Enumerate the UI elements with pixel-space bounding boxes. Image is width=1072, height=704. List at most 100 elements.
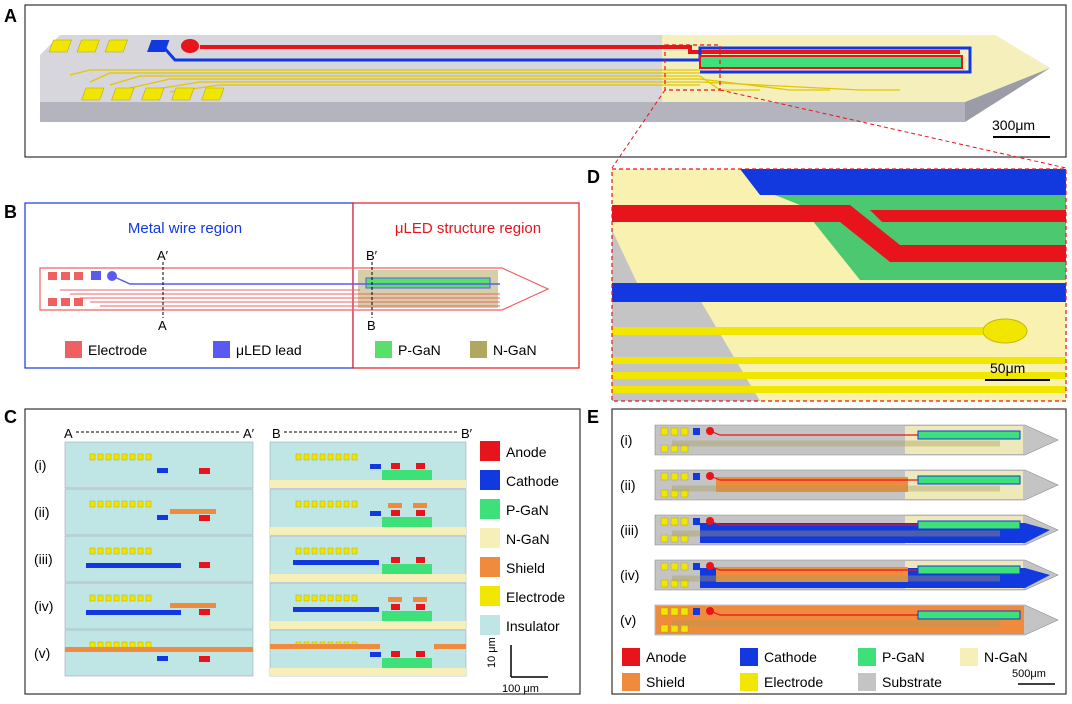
c-shield-a	[170, 509, 216, 514]
e-cathode-pad	[693, 608, 700, 615]
c-cathode-a	[157, 656, 168, 661]
e-electrode-pad	[680, 472, 689, 481]
c-cathode-a	[157, 468, 168, 473]
zoom-anode-inner	[870, 210, 1066, 222]
e-legend-swatch	[858, 648, 876, 666]
c-electrode-b	[335, 453, 342, 461]
e-electrode-pad	[670, 472, 679, 481]
c-legend-label: Cathode	[506, 473, 559, 489]
c-electrode-a	[97, 453, 104, 461]
panel-e: E (i) (ii) (iii) (iv) (v) Anode Cathode P-GaN N…	[587, 407, 1067, 695]
c-cathode-b	[370, 464, 381, 469]
zoom-cathode-top	[740, 169, 1066, 195]
led-pad-b	[91, 271, 101, 280]
c-electrode-b	[335, 594, 342, 602]
e-electrode-pad	[660, 427, 669, 436]
e-electrode-pad	[660, 534, 669, 543]
c-electrode-b	[327, 547, 334, 555]
legend-swatch-electrode	[65, 341, 82, 358]
c-anode-a	[199, 656, 210, 662]
legend-electrode: Electrode	[88, 342, 147, 358]
c-electrode-b	[319, 547, 326, 555]
c-cathode-wide-b	[293, 607, 379, 612]
c-axis-a-prime: A′	[243, 426, 255, 441]
c-pgan	[382, 611, 432, 621]
c-ngan-layer	[270, 480, 466, 488]
e-row-label: (iv)	[620, 567, 639, 583]
e-electrode-pad	[660, 517, 669, 526]
c-legend-swatch	[480, 470, 500, 490]
c-shield-full-b	[270, 644, 380, 649]
c-electrode-b	[351, 453, 358, 461]
c-row-label: (iv)	[34, 598, 53, 614]
c-electrode-b	[335, 500, 342, 508]
e-pgan	[917, 430, 1021, 440]
e-electrode-pad	[680, 517, 689, 526]
c-electrode-b	[319, 453, 326, 461]
panel-d-letter: D	[587, 167, 600, 187]
c-scale-h-label: 100 μm	[502, 683, 539, 695]
c-electrode-b	[343, 453, 350, 461]
e-electrode-pad	[670, 607, 679, 616]
e-pgan	[917, 610, 1021, 620]
pgan-strip	[699, 55, 963, 69]
c-shield-b	[388, 597, 402, 602]
panel-c-letter: C	[4, 407, 17, 427]
c-shield-b	[413, 503, 427, 508]
c-electrode-a	[97, 547, 104, 555]
c-legend-label: Insulator	[506, 618, 560, 634]
c-anode-b	[391, 557, 400, 563]
e-electrode-pad	[660, 472, 669, 481]
legend-ngan: N-GaN	[493, 342, 537, 358]
c-legend-label: P-GaN	[506, 502, 549, 518]
legend-swatch-led	[213, 341, 230, 358]
figure-canvas: A 300μm B Metal wire region μLED structu…	[4, 4, 1067, 695]
e-legend-label: Anode	[646, 649, 687, 665]
c-electrode-b	[295, 594, 302, 602]
e-cathode-pad	[693, 428, 700, 435]
c-pgan	[382, 517, 432, 527]
c-legend-swatch	[480, 557, 500, 577]
c-electrode-b	[335, 547, 342, 555]
c-ngan-layer	[270, 574, 466, 582]
c-electrode-b	[295, 547, 302, 555]
c-electrode-a	[145, 594, 152, 602]
e-legend-label: Shield	[646, 674, 685, 690]
e-legend-swatch	[622, 648, 640, 666]
e-row-label: (ii)	[620, 477, 636, 493]
c-electrode-a	[137, 547, 144, 555]
c-electrode-b	[311, 500, 318, 508]
c-anode-b	[391, 604, 400, 610]
e-ngan	[905, 426, 1023, 454]
probe-side-face	[40, 102, 965, 122]
e-row-label: (i)	[620, 432, 632, 448]
c-anode-b	[416, 604, 425, 610]
c-electrode-a	[121, 594, 128, 602]
c-electrode-b	[311, 453, 318, 461]
c-cathode-wide-a	[86, 563, 181, 568]
c-electrode-a	[129, 500, 136, 508]
e-electrode-pad	[680, 607, 689, 616]
legend-pgan: P-GaN	[398, 342, 441, 358]
c-electrode-b	[327, 594, 334, 602]
e-pgan	[917, 565, 1021, 575]
c-anode-b	[391, 651, 400, 657]
c-electrode-a	[113, 453, 120, 461]
c-cathode-b	[370, 511, 381, 516]
c-electrode-a	[145, 547, 152, 555]
c-pgan	[382, 470, 432, 480]
c-anode-b	[416, 557, 425, 563]
c-shield-full-a	[65, 647, 253, 652]
c-shield-a	[170, 603, 216, 608]
c-electrode-a	[89, 594, 96, 602]
c-anode-b	[416, 463, 425, 469]
e-legend-label: N-GaN	[984, 649, 1028, 665]
e-electrode-pad	[670, 517, 679, 526]
c-electrode-b	[295, 500, 302, 508]
e-legend-swatch	[740, 673, 758, 691]
c-legend-swatch	[480, 499, 500, 519]
panel-c: C A A′ B B′ (i) (ii) (iii) (iv) (v) Anode Cat…	[4, 407, 581, 695]
pgan-area-b	[365, 277, 491, 289]
c-cathode-wide-b	[293, 560, 379, 565]
c-legend-label: Electrode	[506, 589, 565, 605]
